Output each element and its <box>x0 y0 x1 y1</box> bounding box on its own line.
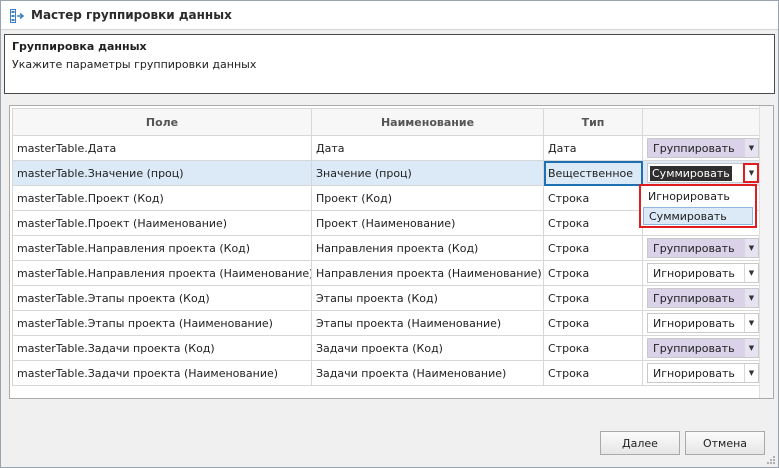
dropdown-arrow-icon[interactable]: ▼ <box>744 314 758 332</box>
action-combobox-value: Игнорировать <box>653 366 735 380</box>
dropdown-arrow-icon[interactable]: ▼ <box>744 339 758 357</box>
grouping-wizard-window: Мастер группировки данных Группировка да… <box>0 0 779 468</box>
cell-name[interactable]: Проект (Код) <box>311 185 544 211</box>
cell-name[interactable]: Этапы проекта (Наименование) <box>311 310 544 336</box>
next-button[interactable]: Далее <box>600 431 680 455</box>
action-combobox-value: Группировать <box>653 241 735 255</box>
wizard-table-icon <box>10 9 24 23</box>
table-row[interactable]: masterTable.Значение (проц) Значение (про… <box>12 160 760 186</box>
action-combobox-value: Игнорировать <box>653 266 735 280</box>
action-combobox[interactable]: Группировать ▼ <box>647 238 759 258</box>
action-combobox-value: Группировать <box>653 291 735 305</box>
table-header-row: Поле Наименование Тип <box>12 108 760 136</box>
action-combobox[interactable]: Группировать ▼ <box>647 338 759 358</box>
column-header-action[interactable] <box>642 108 760 136</box>
dropdown-arrow-icon[interactable]: ▼ <box>744 364 758 382</box>
cell-type[interactable]: Строка <box>543 260 643 286</box>
cell-action: Суммировать ▼ <box>642 160 760 186</box>
table-row[interactable]: masterTable.Задачи проекта (Наименование… <box>12 360 760 386</box>
cell-action: Группировать ▼ <box>642 285 760 311</box>
cell-name[interactable]: Задачи проекта (Наименование) <box>311 360 544 386</box>
table-row[interactable]: masterTable.Этапы проекта (Код) Этапы про… <box>12 285 760 311</box>
cell-type[interactable]: Вещественное <box>543 160 643 186</box>
action-combobox[interactable]: Игнорировать ▼ <box>647 363 759 383</box>
vertical-scrollbar[interactable] <box>759 106 773 398</box>
cell-name[interactable]: Направления проекта (Код) <box>311 235 544 261</box>
table-row[interactable]: masterTable.Направления проекта (Код) Нап… <box>12 235 760 261</box>
action-combobox[interactable]: Группировать ▼ <box>647 288 759 308</box>
cell-action: Группировать ▼ <box>642 335 760 361</box>
column-header-type[interactable]: Тип <box>543 108 643 136</box>
action-combobox[interactable]: Игнорировать ▼ <box>647 313 759 333</box>
action-combobox-value: Игнорировать <box>653 316 735 330</box>
action-combobox-value: Группировать <box>653 141 735 155</box>
dropdown-arrow-icon[interactable]: ▼ <box>744 264 758 282</box>
action-dropdown-list: Игнорировать Суммировать <box>639 184 757 228</box>
cell-action: Игнорировать ▼ <box>642 310 760 336</box>
cell-field[interactable]: masterTable.Задачи проекта (Код) <box>12 335 312 361</box>
cell-type[interactable]: Строка <box>543 360 643 386</box>
title-bar: Мастер группировки данных <box>1 1 778 30</box>
action-combobox-value: Суммировать <box>650 165 732 181</box>
column-header-field[interactable]: Поле <box>12 108 312 136</box>
header-subtitle: Укажите параметры группировки данных <box>12 58 257 71</box>
cell-type[interactable]: Строка <box>543 335 643 361</box>
cell-name[interactable]: Проект (Наименование) <box>311 210 544 236</box>
cell-field[interactable]: masterTable.Этапы проекта (Наименование) <box>12 310 312 336</box>
cell-name[interactable]: Направления проекта (Наименование) <box>311 260 544 286</box>
cell-name[interactable]: Задачи проекта (Код) <box>311 335 544 361</box>
dropdown-arrow-icon[interactable]: ▼ <box>744 239 758 257</box>
cell-type[interactable]: Строка <box>543 185 643 211</box>
cancel-button[interactable]: Отмена <box>685 431 765 455</box>
action-combobox-value: Группировать <box>653 341 735 355</box>
header-title: Группировка данных <box>12 40 147 53</box>
table-row[interactable]: masterTable.Дата Дата Дата Группировать ▼ <box>12 135 760 161</box>
window-title: Мастер группировки данных <box>31 8 232 22</box>
cell-type[interactable]: Строка <box>543 285 643 311</box>
cell-field[interactable]: masterTable.Проект (Код) <box>12 185 312 211</box>
cell-action: Группировать ▼ <box>642 135 760 161</box>
cell-field[interactable]: masterTable.Проект (Наименование) <box>12 210 312 236</box>
dropdown-arrow-icon[interactable]: ▼ <box>744 139 758 157</box>
action-combobox[interactable]: Суммировать ▼ <box>647 163 759 183</box>
cell-field[interactable]: masterTable.Дата <box>12 135 312 161</box>
dropdown-arrow-icon[interactable]: ▼ <box>744 289 758 307</box>
cell-type[interactable]: Дата <box>543 135 643 161</box>
cell-field[interactable]: masterTable.Задачи проекта (Наименование… <box>12 360 312 386</box>
grouping-grid: Поле Наименование Тип masterTable.Дата Да… <box>9 105 774 399</box>
cell-name[interactable]: Этапы проекта (Код) <box>311 285 544 311</box>
grouping-table: Поле Наименование Тип masterTable.Дата Да… <box>12 108 760 386</box>
cell-type[interactable]: Строка <box>543 235 643 261</box>
table-row[interactable]: masterTable.Задачи проекта (Код) Задачи п… <box>12 335 760 361</box>
cell-action: Игнорировать ▼ <box>642 260 760 286</box>
cell-field[interactable]: masterTable.Этапы проекта (Код) <box>12 285 312 311</box>
cell-type[interactable]: Строка <box>543 210 643 236</box>
dropdown-arrow-icon[interactable]: ▼ <box>743 163 759 183</box>
cell-name[interactable]: Дата <box>311 135 544 161</box>
cell-name[interactable]: Значение (проц) <box>311 160 544 186</box>
dropdown-option-ignore[interactable]: Игнорировать <box>643 187 753 205</box>
table-row[interactable]: masterTable.Этапы проекта (Наименование)… <box>12 310 760 336</box>
action-combobox[interactable]: Игнорировать ▼ <box>647 263 759 283</box>
cell-action: Игнорировать ▼ <box>642 360 760 386</box>
resize-grip-icon[interactable] <box>766 455 776 465</box>
dropdown-option-sum[interactable]: Суммировать <box>643 207 753 225</box>
cell-field[interactable]: masterTable.Направления проекта (Наимено… <box>12 260 312 286</box>
cell-field[interactable]: masterTable.Значение (проц) <box>12 160 312 186</box>
header-panel: Группировка данных Укажите параметры гру… <box>4 34 775 94</box>
cell-field[interactable]: masterTable.Направления проекта (Код) <box>12 235 312 261</box>
cell-action: Группировать ▼ <box>642 235 760 261</box>
column-header-name[interactable]: Наименование <box>311 108 544 136</box>
cell-type[interactable]: Строка <box>543 310 643 336</box>
action-combobox[interactable]: Группировать ▼ <box>647 138 759 158</box>
table-row[interactable]: masterTable.Направления проекта (Наимено… <box>12 260 760 286</box>
